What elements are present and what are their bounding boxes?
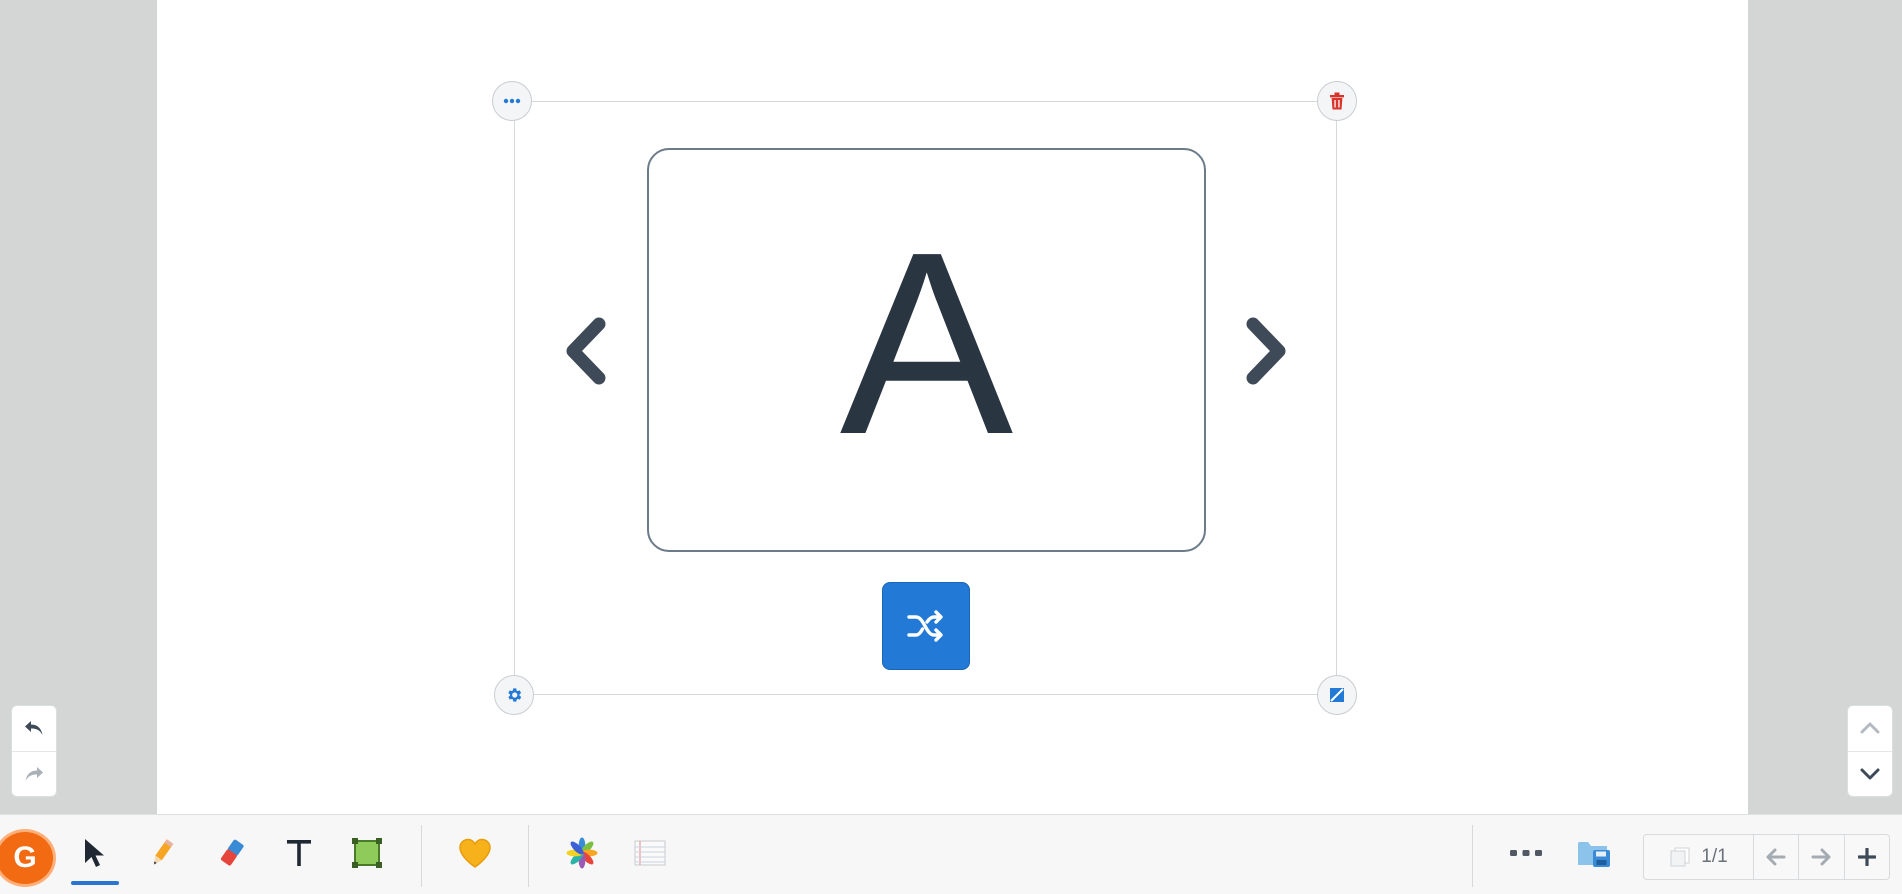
toolbar-divider (1472, 825, 1473, 887)
apps-pinwheel-icon (566, 837, 598, 869)
cursor-icon (85, 839, 104, 867)
widget-delete-button[interactable] (1317, 81, 1357, 121)
notes-button[interactable] (624, 823, 676, 883)
shuffle-button[interactable] (882, 582, 970, 670)
ellipsis-icon (1510, 850, 1542, 856)
eraser-icon (220, 839, 244, 866)
add-page-button[interactable] (1845, 835, 1889, 879)
text-icon (287, 840, 311, 866)
chevron-up-icon (1860, 722, 1880, 734)
redo-button[interactable] (12, 750, 56, 797)
shape-tool[interactable] (341, 823, 393, 883)
redo-icon (25, 766, 43, 781)
more-options-button[interactable] (1500, 823, 1552, 883)
shuffle-icon (907, 610, 943, 642)
undo-button[interactable] (12, 706, 56, 751)
widget-menu-button[interactable] (492, 81, 532, 121)
scroll-up-button[interactable] (1848, 706, 1892, 751)
chevron-left-icon (566, 317, 606, 385)
save-button[interactable] (1568, 823, 1620, 883)
stickers-button[interactable] (449, 823, 501, 883)
plus-icon (1857, 848, 1876, 866)
app-logo[interactable]: G (0, 829, 56, 887)
select-tool[interactable] (69, 823, 121, 885)
page-scroll-group (1847, 705, 1893, 797)
app-logo-letter: G (13, 841, 37, 874)
shape-icon (352, 838, 382, 868)
gear-icon (508, 688, 522, 702)
eraser-tool[interactable] (206, 823, 258, 883)
pencil-icon (153, 839, 174, 865)
arrow-left-icon (1766, 848, 1786, 866)
arrow-right-icon (1811, 848, 1831, 866)
toolbar-divider (528, 825, 529, 887)
flashcard[interactable]: A (647, 148, 1206, 552)
resize-icon (1330, 688, 1344, 702)
next-page-button[interactable] (1799, 835, 1845, 879)
heart-icon (459, 838, 491, 868)
undo-icon (25, 721, 43, 736)
apps-button[interactable] (556, 823, 608, 883)
undo-redo-group (11, 705, 57, 797)
page-indicator: 1/1 (1701, 846, 1728, 867)
ellipsis-icon (503, 98, 521, 104)
save-folder-icon (1578, 842, 1610, 867)
widget-settings-button[interactable] (494, 675, 534, 715)
chevron-down-icon (1860, 768, 1880, 780)
toolbar-divider (421, 825, 422, 887)
previous-card-button[interactable] (556, 311, 616, 391)
chevron-right-icon (1246, 317, 1286, 385)
notepad-icon (634, 840, 666, 866)
text-tool[interactable] (273, 823, 325, 883)
next-card-button[interactable] (1236, 311, 1296, 391)
previous-page-button[interactable] (1754, 835, 1800, 879)
widget-resize-handle[interactable] (1317, 675, 1357, 715)
pencil-tool[interactable] (136, 823, 188, 883)
trash-icon (1330, 92, 1344, 110)
bottom-toolbar: G (0, 814, 1902, 894)
page-count[interactable]: 1/1 (1644, 835, 1754, 879)
pages-icon (1670, 847, 1690, 867)
flashcard-letter: A (839, 199, 1014, 489)
scroll-down-button[interactable] (1848, 750, 1892, 797)
page-navigator: 1/1 (1643, 834, 1890, 880)
